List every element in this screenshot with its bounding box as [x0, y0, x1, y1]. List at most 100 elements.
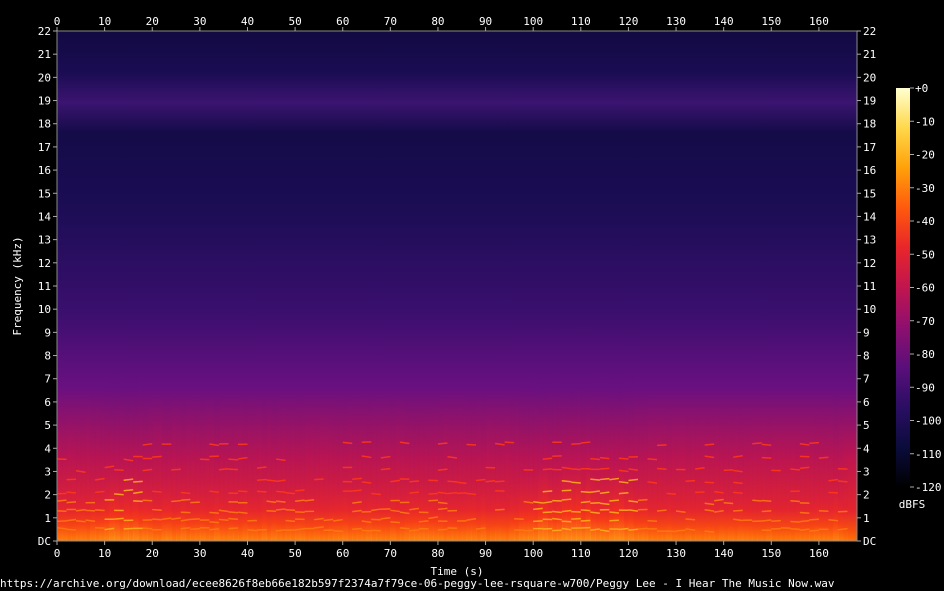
energy-column — [680, 425, 687, 541]
harmonic-segment — [752, 499, 762, 502]
harmonic-segment — [761, 519, 772, 522]
harmonic-segment — [599, 467, 610, 470]
energy-column — [671, 420, 677, 541]
energy-column — [133, 347, 139, 541]
y-tick-label-left: DC — [38, 535, 51, 548]
harmonic-segment — [609, 499, 619, 502]
energy-column — [647, 412, 653, 541]
energy-column — [147, 385, 153, 541]
y-tick-label-left: 17 — [38, 141, 51, 154]
y-tick-label-left: 5 — [44, 419, 51, 432]
energy-column — [318, 415, 325, 541]
spectrogram-chart: 0 10 20 30 40 50 60 70 80 90 100 110 120 130 140 150 160… — [11, 15, 942, 578]
energy-column — [723, 415, 730, 541]
x-tick-label-top: 80 — [431, 15, 444, 28]
harmonic-segment — [561, 520, 572, 523]
harmonic-segment — [618, 457, 629, 460]
harmonic-segment — [761, 510, 772, 513]
harmonic-segment — [647, 458, 658, 461]
y-axis-title: Frequency (kHz) — [11, 236, 24, 335]
energy-column — [290, 401, 296, 541]
energy-column — [609, 342, 615, 541]
harmonic-segment — [542, 490, 553, 493]
harmonic-segment — [561, 480, 572, 483]
harmonic-segment — [656, 509, 667, 512]
harmonic-segment — [818, 509, 829, 512]
energy-column — [585, 310, 591, 541]
colorbar-tick-label: -80 — [915, 348, 935, 361]
harmonic-segment — [152, 455, 162, 458]
harmonic-segment — [275, 508, 286, 511]
harmonic-segment — [704, 530, 715, 533]
harmonic-segment — [637, 498, 648, 502]
energy-column — [757, 421, 763, 541]
colorbar-tick-label: -70 — [915, 315, 935, 328]
x-tick-label-top: 0 — [54, 15, 61, 28]
y-tick-label-right: 3 — [863, 465, 870, 478]
harmonic-segment — [75, 520, 86, 523]
energy-column — [480, 383, 487, 541]
harmonic-segment — [761, 499, 772, 502]
harmonic-segment — [495, 508, 505, 511]
harmonic-segment — [809, 441, 819, 444]
energy-column — [637, 386, 644, 541]
energy-column — [342, 383, 349, 541]
energy-column — [418, 377, 425, 541]
energy-column — [361, 401, 368, 541]
harmonic-segment — [247, 529, 258, 532]
harmonic-segment — [275, 500, 286, 503]
energy-column — [771, 431, 777, 541]
y-tick-label-left: 8 — [44, 350, 51, 363]
harmonic-segment — [218, 468, 229, 471]
y-tick-label-left: 15 — [38, 187, 51, 200]
harmonic-segment — [57, 499, 67, 502]
x-tick-label-bottom: 90 — [479, 547, 492, 560]
energy-column — [357, 399, 363, 541]
harmonic-segment — [380, 467, 391, 471]
harmonic-segment — [142, 527, 153, 530]
energy-column — [752, 423, 758, 541]
y-tick-label-right: 7 — [863, 373, 870, 386]
energy-column — [309, 409, 315, 541]
harmonic-segment — [152, 518, 162, 521]
energy-column — [837, 414, 844, 541]
harmonic-segment — [275, 490, 286, 493]
harmonic-segment — [209, 528, 219, 531]
energy-column — [528, 361, 534, 541]
energy-column — [433, 389, 439, 541]
harmonic-segment — [733, 509, 743, 512]
energy-column — [499, 405, 506, 541]
energy-column — [409, 380, 415, 541]
harmonic-segment — [542, 468, 553, 471]
harmonic-segment — [818, 456, 829, 459]
x-tick-label-bottom: 80 — [431, 547, 444, 560]
energy-column — [780, 429, 787, 541]
harmonic-segment — [342, 441, 353, 445]
y-tick-label-left: 19 — [38, 95, 51, 108]
x-tick-label-top: 90 — [479, 15, 492, 28]
energy-column — [747, 411, 753, 541]
harmonic-segment — [704, 443, 715, 446]
energy-column — [657, 415, 663, 541]
energy-column — [128, 364, 134, 541]
energy-column — [414, 375, 420, 541]
energy-column — [818, 412, 825, 541]
harmonic-segment — [57, 520, 67, 523]
harmonic-segment — [209, 511, 219, 515]
harmonic-segment — [190, 518, 200, 521]
harmonic-segment — [285, 519, 296, 523]
harmonic-segment — [599, 477, 610, 481]
energy-column — [71, 411, 77, 541]
harmonic-segment — [561, 509, 572, 513]
harmonic-segment — [809, 529, 819, 532]
energy-column — [447, 403, 453, 541]
energy-column — [504, 419, 510, 541]
harmonic-segment — [409, 480, 419, 483]
y-tick-label-left: 2 — [44, 489, 51, 502]
harmonic-segment — [228, 458, 239, 461]
colorbar — [896, 88, 910, 487]
energy-column — [714, 428, 720, 541]
harmonic-segment — [418, 520, 429, 523]
energy-column — [523, 366, 530, 541]
energy-column — [233, 402, 239, 541]
